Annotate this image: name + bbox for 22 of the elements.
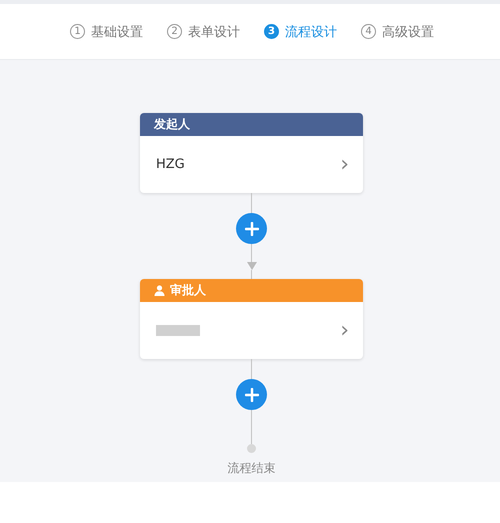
step-tab[interactable]: 1 基础设置 bbox=[70, 22, 143, 40]
node-title: 发起人 bbox=[154, 116, 190, 133]
add-node-button[interactable] bbox=[236, 379, 267, 410]
person-icon bbox=[154, 285, 165, 296]
chevron-icon: › bbox=[340, 320, 349, 342]
end-label: 流程结束 bbox=[228, 460, 276, 477]
end-dot bbox=[247, 444, 256, 453]
step-number: 3 bbox=[264, 24, 279, 39]
node-title: 审批人 bbox=[170, 282, 206, 299]
chevron-icon: › bbox=[340, 154, 349, 176]
node-card[interactable]: 发起人 HZG › bbox=[140, 113, 363, 193]
plus-icon bbox=[244, 388, 258, 402]
plus-icon bbox=[244, 222, 258, 236]
node-card[interactable]: 审批人 › bbox=[140, 279, 363, 359]
step-tab[interactable]: 2 表单设计 bbox=[167, 22, 240, 40]
step-tab[interactable]: 3 流程设计 bbox=[264, 22, 337, 40]
node-value: HZG bbox=[156, 157, 185, 172]
step-number: 2 bbox=[167, 24, 182, 39]
step-tab[interactable]: 4 高级设置 bbox=[361, 22, 434, 40]
step-number: 1 bbox=[70, 24, 85, 39]
step-number: 4 bbox=[361, 24, 376, 39]
add-node-button[interactable] bbox=[236, 213, 267, 244]
